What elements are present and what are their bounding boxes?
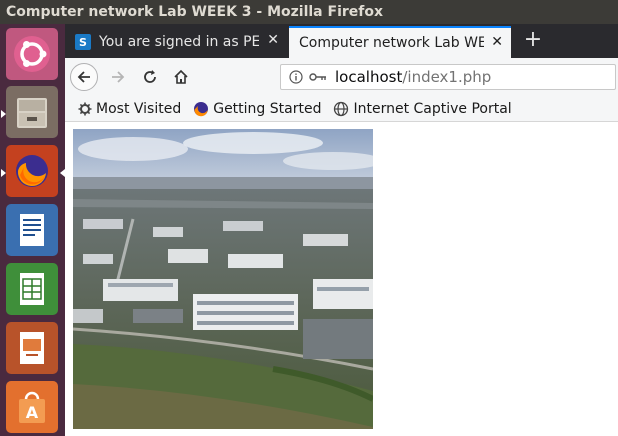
campus-aerial-photo	[73, 129, 373, 429]
firefox-icon	[16, 155, 48, 187]
browser-chrome: S You are signed in as PES ✕ Computer ne…	[65, 24, 618, 122]
window-title-bar: Computer network Lab WEEK 3 - Mozilla Fi…	[0, 0, 618, 24]
tab-signed-in[interactable]: S You are signed in as PES ✕	[65, 26, 287, 58]
software-center-button[interactable]: A	[6, 381, 58, 433]
key-icon[interactable]	[309, 71, 327, 83]
close-icon[interactable]: ✕	[491, 35, 503, 49]
tab-label: You are signed in as PES	[99, 34, 259, 50]
gear-icon	[78, 102, 92, 115]
site-favicon-icon: S	[75, 34, 91, 50]
tab-computer-network-lab[interactable]: Computer network Lab WEE ✕	[289, 26, 511, 58]
url-bar[interactable]: localhost/index1.php	[280, 64, 616, 90]
bookmark-most-visited[interactable]: Most Visited	[78, 101, 181, 117]
calc-button[interactable]	[6, 263, 58, 315]
svg-text:A: A	[26, 403, 39, 422]
bookmark-getting-started[interactable]: Getting Started	[193, 101, 321, 117]
bookmark-label: Most Visited	[96, 100, 182, 117]
back-button[interactable]	[70, 63, 98, 91]
ubuntu-dash-icon	[14, 36, 50, 72]
impress-button[interactable]	[6, 322, 58, 374]
home-icon	[174, 69, 188, 84]
impress-icon	[20, 332, 44, 364]
unity-launcher: A	[0, 24, 65, 436]
files-button[interactable]	[6, 86, 58, 138]
ubuntu-dash-button[interactable]	[6, 28, 58, 80]
new-tab-button[interactable]: +	[520, 28, 546, 54]
bookmark-internet-captive-portal[interactable]: Internet Captive Portal	[333, 100, 512, 117]
tab-strip: S You are signed in as PES ✕ Computer ne…	[65, 24, 618, 58]
reload-icon	[144, 70, 156, 83]
plus-icon: +	[523, 27, 543, 52]
firefox-icon	[194, 101, 209, 116]
firefox-launcher-button[interactable]	[6, 145, 58, 197]
files-icon	[17, 98, 47, 128]
tab-label: Computer network Lab WEE	[299, 35, 484, 51]
window-title: Computer network Lab WEEK 3 - Mozilla Fi…	[6, 4, 384, 20]
bookmarks-toolbar: Most Visited Getting Started Internet Ca…	[65, 96, 618, 122]
writer-button[interactable]	[6, 204, 58, 256]
calc-icon	[20, 273, 44, 305]
info-icon[interactable]	[289, 70, 303, 84]
home-button[interactable]	[169, 65, 193, 89]
url-host: localhost	[335, 68, 403, 86]
bookmark-label: Getting Started	[213, 100, 322, 117]
bookmark-label: Internet Captive Portal	[353, 100, 512, 117]
page-content	[65, 122, 618, 436]
forward-button[interactable]	[106, 65, 130, 89]
software-center-icon: A	[19, 391, 45, 423]
writer-icon	[20, 214, 44, 246]
navigation-toolbar: localhost/index1.php	[65, 58, 618, 96]
arrow-right-icon	[112, 71, 125, 83]
arrow-left-icon	[77, 71, 90, 83]
globe-icon	[334, 101, 349, 116]
reload-button[interactable]	[138, 65, 162, 89]
close-icon[interactable]: ✕	[267, 33, 279, 47]
url-path: /index1.php	[402, 68, 492, 86]
